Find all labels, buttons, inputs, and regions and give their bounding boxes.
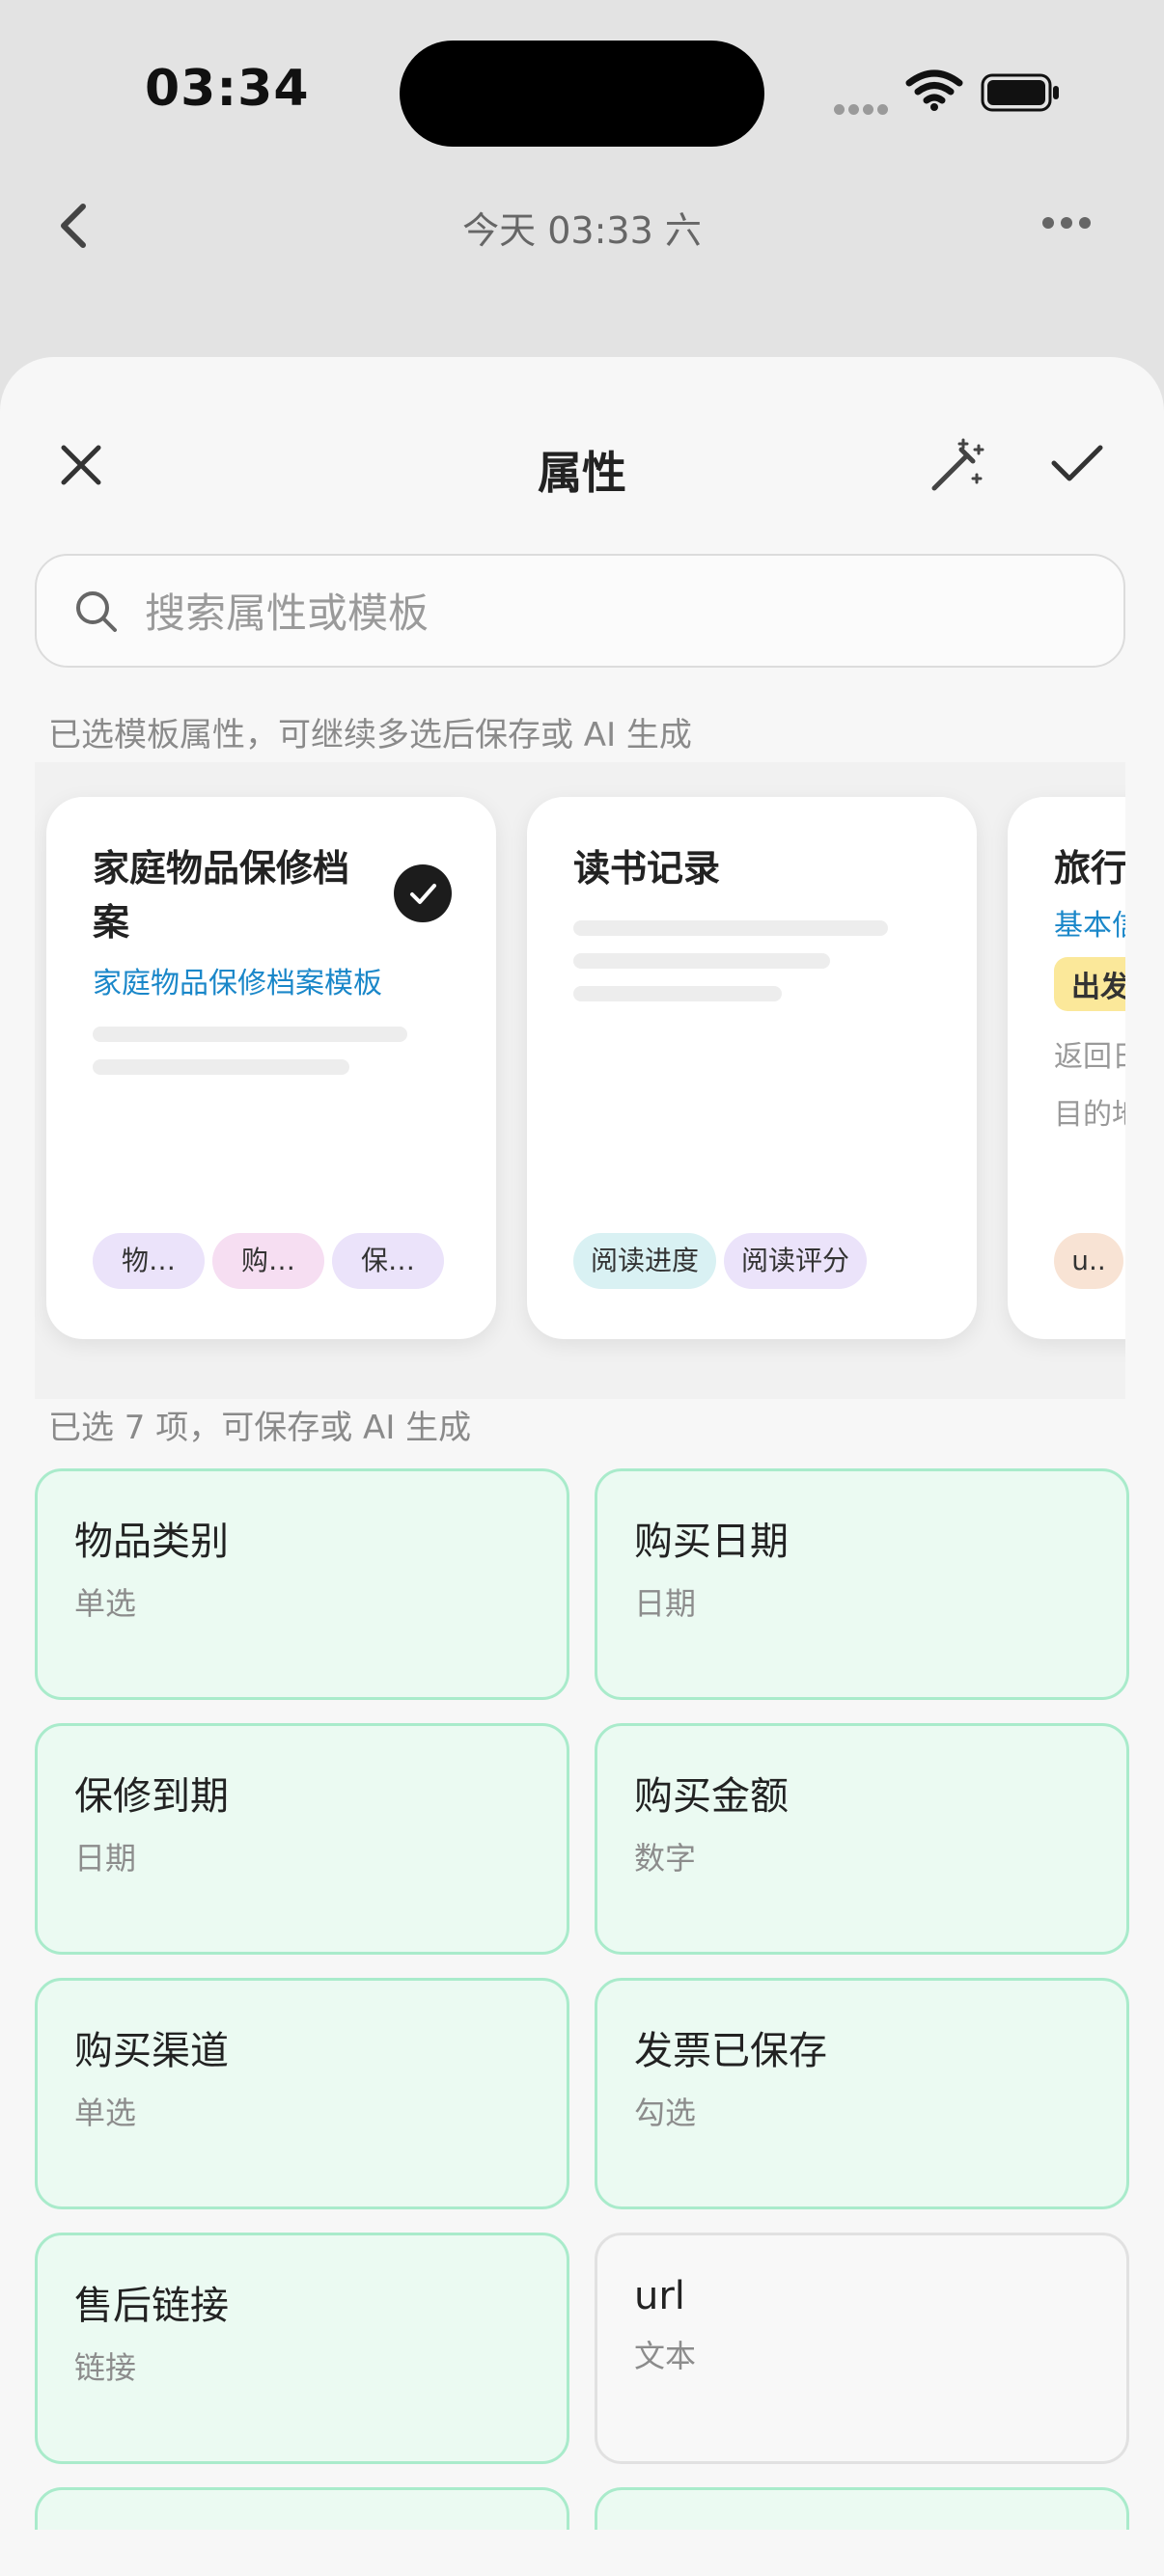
selection-hint: 已选 7 项，可保存或 AI 生成 <box>48 1409 472 1447</box>
search-input[interactable] <box>143 575 1073 650</box>
attribute-name: 购买日期 <box>634 1520 789 1564</box>
template-chip: 物… <box>93 1233 205 1289</box>
battery-icon <box>981 73 1059 112</box>
placeholder-line <box>93 1027 407 1042</box>
attribute-type: 日期 <box>634 1585 697 1622</box>
attribute-card[interactable]: 物品类别 单选 <box>35 1468 569 1700</box>
signal-dots-icon <box>834 100 892 119</box>
attribute-card[interactable]: 购买金额 数字 <box>595 1723 1129 1955</box>
template-chip: 阅读评分 <box>724 1233 868 1289</box>
template-hint: 已选模板属性，可继续多选后保存或 AI 生成 <box>48 716 692 754</box>
magic-wand-icon[interactable] <box>925 436 986 502</box>
attribute-name: 保修到期 <box>74 1774 229 1819</box>
more-icon[interactable] <box>1042 214 1097 233</box>
attribute-type: 文本 <box>634 2338 697 2374</box>
template-title: 旅行 <box>1054 847 1125 890</box>
attribute-card[interactable]: 购买渠道 单选 <box>35 1978 569 2209</box>
attribute-type: 日期 <box>74 1840 137 1877</box>
template-chip: 保… <box>332 1233 444 1289</box>
template-chips: 物… 购… 保… <box>93 1233 452 1289</box>
placeholder-line <box>573 920 888 936</box>
template-chip: u.. <box>1054 1233 1123 1289</box>
template-chips: 阅读进度 阅读评分 <box>573 1233 874 1289</box>
template-subtitle: 基本信 <box>1054 909 1125 943</box>
template-chip: 阅读进度 <box>573 1233 717 1289</box>
dynamic-island <box>400 41 764 147</box>
placeholder-line <box>573 986 782 1001</box>
attribute-card-partial[interactable] <box>35 2487 569 2530</box>
template-tag: 出发 <box>1054 957 1125 1011</box>
wifi-icon <box>905 69 963 116</box>
attribute-name: 购买渠道 <box>74 2029 229 2073</box>
attribute-name: url <box>634 2274 685 2318</box>
selected-check-icon <box>394 864 452 922</box>
template-line: 目的地 <box>1054 1098 1125 1132</box>
search-field[interactable] <box>35 554 1125 668</box>
search-icon <box>73 589 120 639</box>
attribute-type: 勾选 <box>634 2095 697 2131</box>
attribute-type: 数字 <box>634 1840 697 1877</box>
nav-title: 今天 03:33 六 <box>462 209 702 252</box>
attribute-card[interactable]: 保修到期 日期 <box>35 1723 569 1955</box>
template-chips: u.. <box>1054 1233 1125 1289</box>
attribute-card[interactable]: 售后链接 链接 <box>35 2233 569 2464</box>
attribute-card-partial[interactable] <box>595 2487 1129 2530</box>
placeholder-line <box>93 1059 349 1075</box>
sheet-title: 属性 <box>538 447 626 499</box>
attribute-name: 购买金额 <box>634 1774 789 1819</box>
attribute-name: 物品类别 <box>74 1520 229 1564</box>
attribute-card[interactable]: url 文本 <box>595 2233 1129 2464</box>
status-time: 03:34 <box>145 60 310 118</box>
attribute-type: 单选 <box>74 2095 137 2131</box>
attribute-type: 链接 <box>74 2349 137 2386</box>
template-card-travel[interactable]: 旅行 基本信 出发 返回日 目的地 u.. <box>1008 797 1125 1339</box>
template-carousel[interactable]: 家庭物品保修档案 家庭物品保修档案模板 物… 购… 保… 读书记录 阅读进度 阅读评分… <box>35 762 1125 1399</box>
attribute-type: 单选 <box>74 1585 137 1622</box>
template-chip: 购… <box>212 1233 324 1289</box>
attribute-card[interactable]: 购买日期 日期 <box>595 1468 1129 1700</box>
template-title: 读书记录 <box>573 847 721 890</box>
template-line: 返回日 <box>1054 1040 1125 1074</box>
template-subtitle: 家庭物品保修档案模板 <box>93 967 382 1000</box>
placeholder-line <box>573 953 830 969</box>
confirm-check-icon[interactable] <box>1050 440 1104 490</box>
template-card-reading[interactable]: 读书记录 阅读进度 阅读评分 <box>527 797 977 1339</box>
attribute-card[interactable]: 发票已保存 勾选 <box>595 1978 1129 2209</box>
attribute-name: 售后链接 <box>74 2284 229 2328</box>
template-card-home-warranty[interactable]: 家庭物品保修档案 家庭物品保修档案模板 物… 购… 保… <box>46 797 496 1339</box>
attribute-name: 发票已保存 <box>634 2029 827 2073</box>
template-title: 家庭物品保修档案 <box>93 847 350 944</box>
